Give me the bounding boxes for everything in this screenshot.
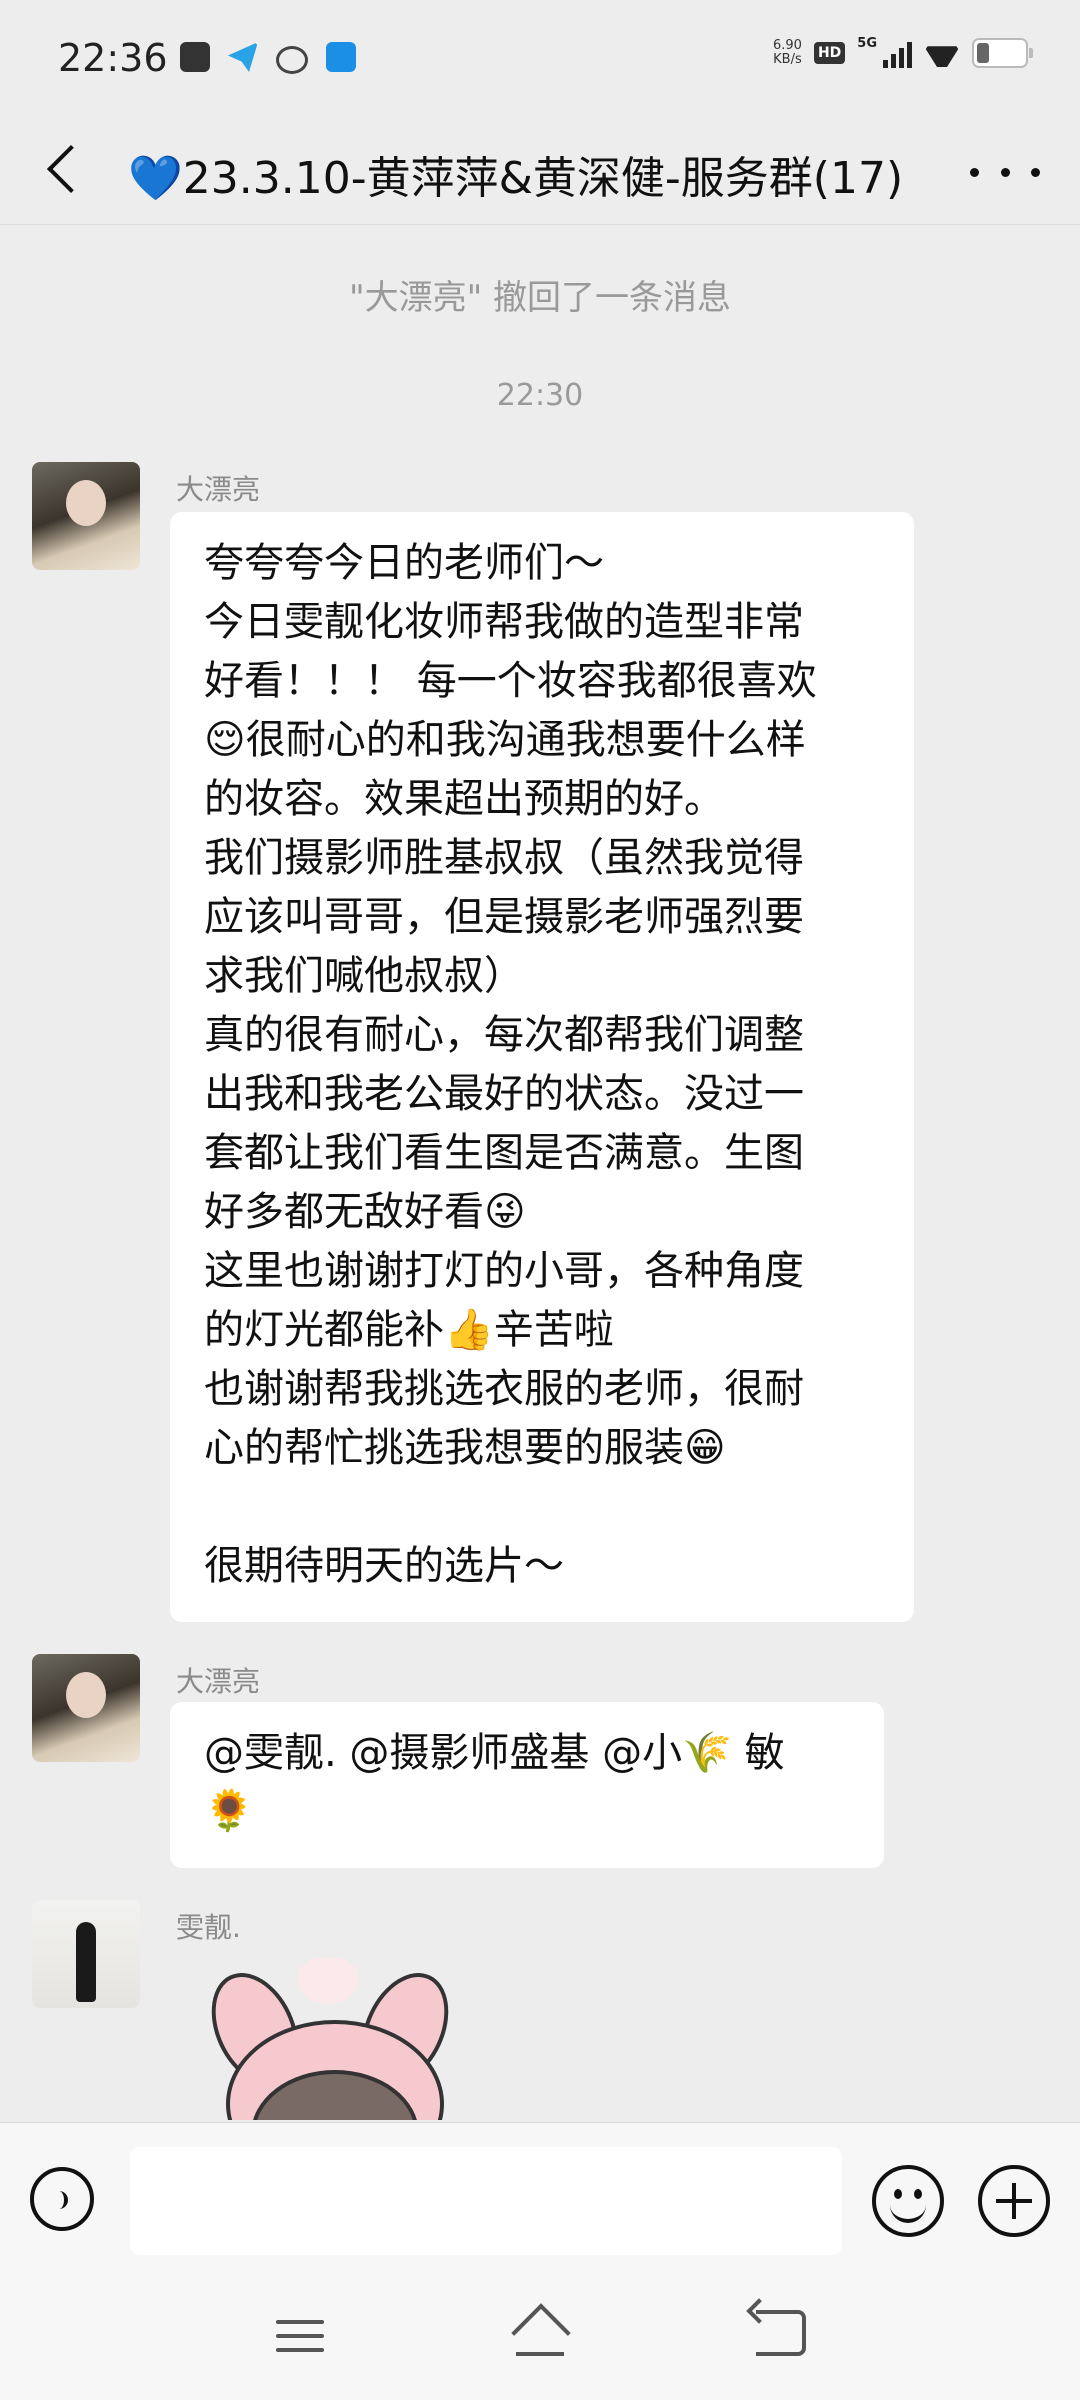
input-bar: [0, 2122, 1080, 2283]
message-notification-icon: [180, 42, 210, 72]
voice-input-icon[interactable]: [30, 2167, 94, 2231]
message-line: @雯靓. @摄影师盛基 @小🌾 敏: [204, 1730, 785, 1776]
sender-name: 大漂亮: [176, 473, 261, 506]
message-bubble[interactable]: 夸夸夸今日的老师们～ 今日雯靓化妆师帮我做的造型非常 好看！！！ 每一个妆容我都…: [170, 512, 914, 1622]
signal-icon: [883, 38, 912, 68]
network-type-label: 5G: [857, 35, 877, 51]
message-input[interactable]: [130, 2147, 842, 2255]
plus-icon[interactable]: [978, 2165, 1050, 2237]
message-line: 出我和我老公最好的状态。没过一: [204, 1071, 804, 1117]
battery-icon: [972, 38, 1033, 68]
system-icons: 6.90 KB/s HD 5G: [773, 35, 1033, 68]
menu-icon[interactable]: [276, 2316, 324, 2356]
sender-name: 大漂亮: [176, 1665, 261, 1698]
message-line: 套都让我们看生图是否满意。生图: [204, 1130, 804, 1176]
message-line: 很期待明天的选片～: [204, 1543, 564, 1589]
home-icon[interactable]: [508, 2310, 572, 2362]
telegram-notification-icon: [228, 42, 258, 72]
message-line: [204, 1478, 880, 1537]
recall-notice: "大漂亮" 撤回了一条消息: [348, 278, 732, 318]
system-nav-bar: [0, 2282, 1080, 2400]
message-line: 应该叫哥哥，但是摄影老师强烈要: [204, 894, 804, 940]
avatar[interactable]: [32, 462, 140, 570]
navigation-notification-icon: [326, 42, 356, 72]
message-line: 求我们喊他叔叔）: [204, 953, 524, 999]
message-line: 好多都无敌好看😜: [204, 1189, 526, 1235]
message-line: 夸夸夸今日的老师们～: [204, 540, 604, 586]
hd-icon: HD: [813, 42, 846, 64]
network-speed-value: 6.90: [772, 38, 802, 53]
message-line: 今日雯靓化妆师帮我做的造型非常: [204, 599, 804, 645]
network-speed-unit: KB/s: [773, 52, 802, 67]
message-bubble[interactable]: @雯靓. @摄影师盛基 @小🌾 敏 🌻: [170, 1702, 884, 1868]
chat-header: 💙23.3.10-黄萍萍&黄深健-服务群(17): [0, 120, 1080, 225]
message-timestamp: 22:30: [496, 378, 584, 413]
message-line: 也谢谢帮我挑选衣服的老师，很耐: [204, 1366, 804, 1412]
status-time: 22:36: [58, 36, 168, 80]
emoji-icon[interactable]: [872, 2165, 944, 2237]
message-line: 的妆容。效果超出预期的好。: [204, 776, 724, 822]
chat-title: 💙23.3.10-黄萍萍&黄深健-服务群(17): [128, 153, 904, 204]
network-speed: 6.90 KB/s: [773, 39, 802, 67]
sender-name: 雯靓.: [176, 1911, 241, 1944]
message-line: 我们摄影师胜基叔叔（虽然我觉得: [204, 835, 804, 881]
more-options-icon[interactable]: [970, 152, 1040, 192]
notification-icons: [180, 42, 356, 74]
message-line: 心的帮忙挑选我想要的服装😁: [204, 1425, 726, 1471]
message-line: 😌很耐心的和我沟通我想要什么样: [204, 717, 806, 763]
avatar[interactable]: [32, 1654, 140, 1762]
sticker-image[interactable]: [206, 1950, 456, 2120]
status-bar: 22:36 6.90 KB/s HD 5G: [0, 0, 1080, 120]
message-line: 的灯光都能补👍辛苦啦: [204, 1307, 614, 1353]
message-line: 真的很有耐心，每次都帮我们调整: [204, 1012, 804, 1058]
wifi-icon: [924, 39, 960, 67]
chat-notification-icon: [276, 46, 308, 74]
message-line: 好看！！！ 每一个妆容我都很喜欢: [204, 658, 817, 704]
avatar[interactable]: [32, 1900, 140, 2008]
message-line: 这里也谢谢打灯的小哥，各种角度: [204, 1248, 804, 1294]
back-button[interactable]: [34, 134, 104, 204]
message-line: 🌻: [204, 1788, 254, 1834]
back-nav-icon[interactable]: [756, 2310, 806, 2356]
